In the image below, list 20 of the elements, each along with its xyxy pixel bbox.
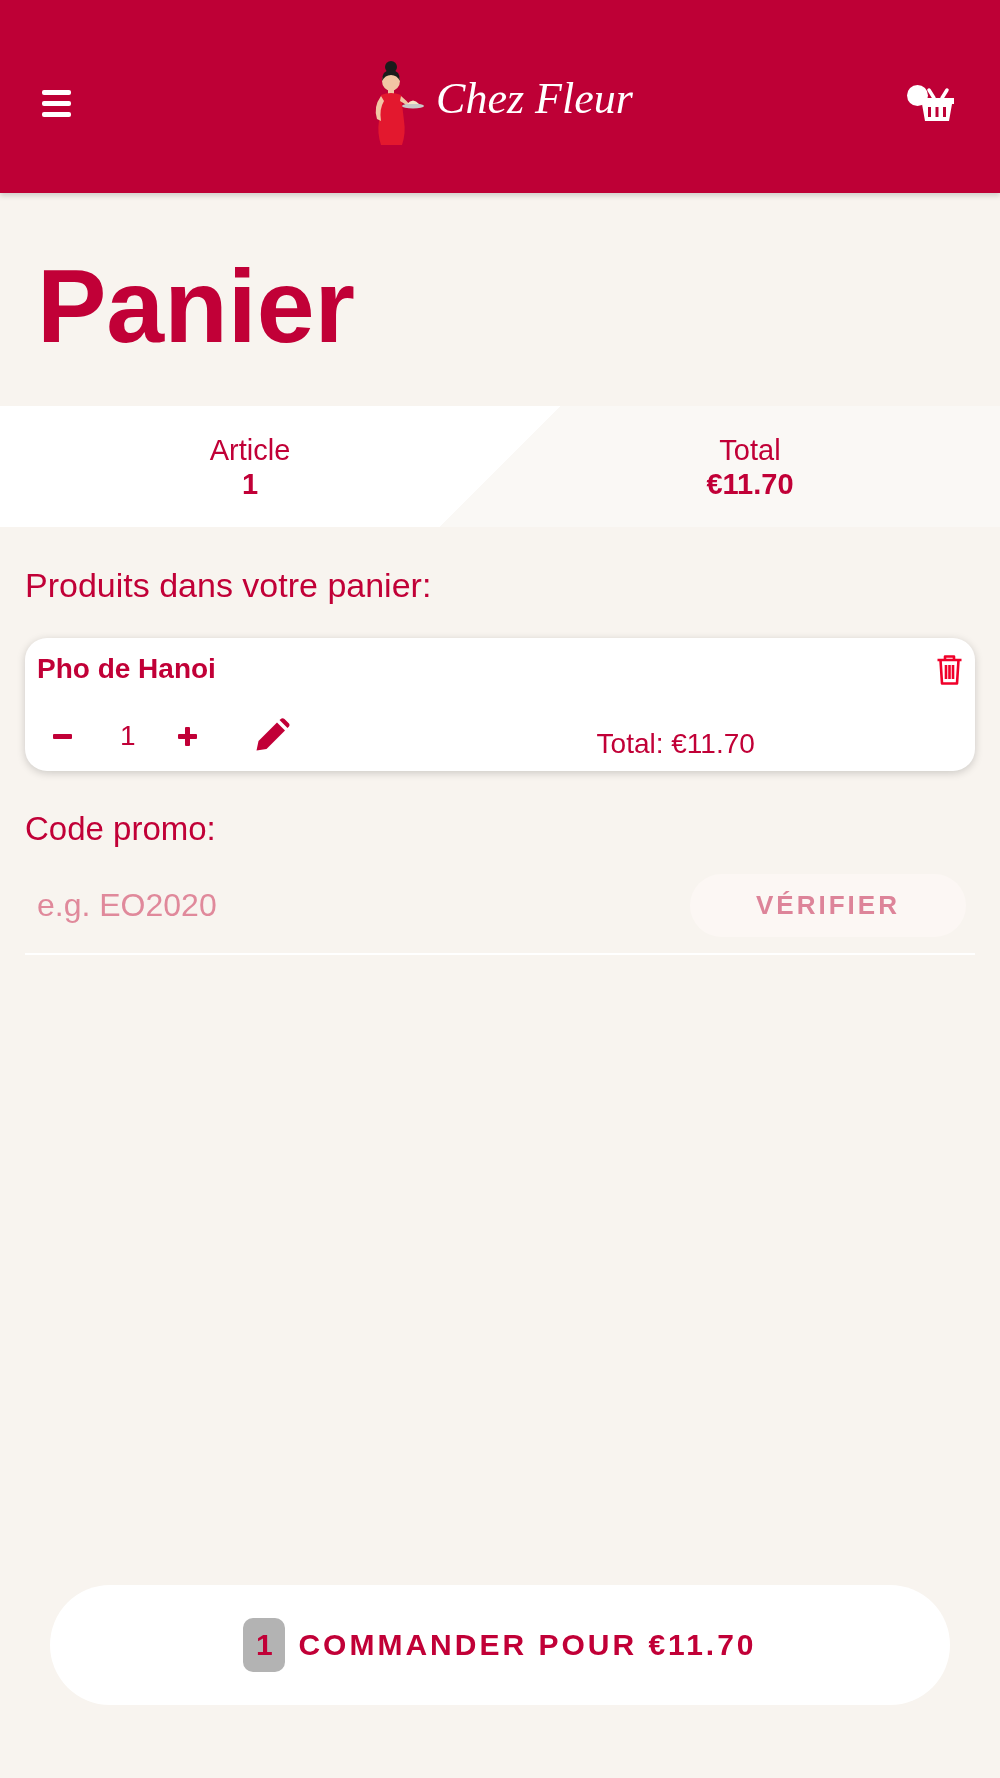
promo-label: Code promo:	[25, 809, 217, 849]
trash-icon[interactable]	[936, 653, 963, 685]
summary-value: €11.70	[706, 466, 794, 501]
section-heading: Produits dans votre panier:	[25, 565, 433, 605]
promo-code-field[interactable]: e.g. EO2020	[25, 880, 690, 931]
pencil-icon[interactable]	[255, 717, 290, 751]
summary-value: 1	[241, 466, 259, 501]
minus-icon[interactable]	[53, 733, 72, 739]
plus-icon[interactable]	[177, 726, 197, 746]
item-name: Pho de Hanoi	[37, 652, 216, 686]
quantity-value: 1	[120, 719, 136, 753]
item-count-badge: 1	[243, 1618, 286, 1672]
checkout-button[interactable]: 1 COMMANDER POUR €11.70	[50, 1585, 950, 1705]
basket-icon[interactable]	[907, 85, 955, 121]
logo-text: Chez Fleur	[436, 73, 633, 125]
page-title: Panier	[37, 254, 356, 358]
menu-icon[interactable]	[42, 89, 71, 117]
summary-label: Total	[719, 432, 781, 467]
item-total: Total: €11.70	[596, 727, 755, 761]
summary-label: Article	[209, 432, 291, 467]
